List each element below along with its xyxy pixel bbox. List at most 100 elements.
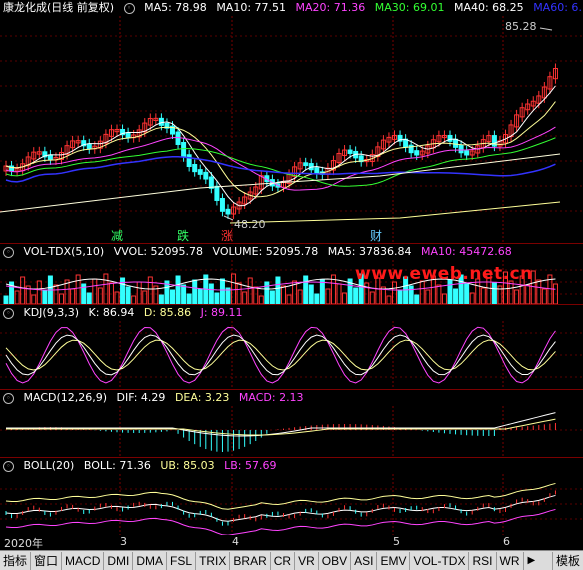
ma10-label: MA10: 77.51 xyxy=(216,1,287,14)
kdj-indicator-name: KDJ(9,3,3) xyxy=(23,306,80,319)
volume-bar xyxy=(181,284,187,304)
volume-bar xyxy=(75,274,81,304)
candlestick xyxy=(181,141,187,158)
volume-bar xyxy=(14,290,20,304)
event-marker-rise[interactable]: 涨 xyxy=(221,227,233,244)
axis-label-may: 5 xyxy=(393,535,400,548)
macd-chart[interactable] xyxy=(0,406,583,457)
ma250-line xyxy=(229,201,561,224)
volume-bar xyxy=(136,281,142,304)
price-panel: 康龙化成(日线 前复权) ◦ MA5: 78.98 MA10: 77.51 MA… xyxy=(0,0,583,244)
axis-label-april: 4 xyxy=(232,535,239,548)
volume-bar xyxy=(269,290,275,304)
ma30-label: MA30: 69.01 xyxy=(374,1,445,14)
tab-cr[interactable]: CR xyxy=(271,551,296,570)
scroll-right-arrow-icon[interactable]: ▶ xyxy=(524,555,540,566)
kdj-d-value: D: 85.86 xyxy=(143,306,192,319)
price-chart[interactable] xyxy=(0,16,583,242)
volume-bar xyxy=(86,292,92,304)
tab-macd[interactable]: MACD xyxy=(62,551,105,570)
volume-bar xyxy=(170,289,175,304)
tab-emv[interactable]: EMV xyxy=(377,551,411,570)
tab-wr[interactable]: WR xyxy=(497,551,524,570)
volume-bar xyxy=(303,275,309,304)
volume-bar xyxy=(253,286,259,304)
volume-bar xyxy=(147,276,153,304)
high-price-label: 85.28 xyxy=(505,20,537,33)
volume-bar xyxy=(103,273,109,304)
candlestick xyxy=(158,117,164,126)
event-marker-finance[interactable]: 财 xyxy=(370,227,382,244)
volume-bar xyxy=(158,294,164,304)
macd-circle-icon[interactable]: ◦ xyxy=(3,392,14,404)
volume-bar xyxy=(325,288,331,304)
boll-lb-value: LB: 57.69 xyxy=(224,459,277,472)
tab-template[interactable]: 模板 xyxy=(551,551,583,570)
volume-bar xyxy=(214,292,220,304)
candlestick xyxy=(86,143,92,150)
candlestick xyxy=(219,197,225,212)
tab-dma[interactable]: DMA xyxy=(133,551,168,570)
date-axis: 2020年 3 4 5 6 xyxy=(0,535,583,550)
axis-label-june: 6 xyxy=(503,535,510,548)
volume-bar xyxy=(286,294,292,304)
candlestick xyxy=(47,154,53,161)
event-marker-fall[interactable]: 跌 xyxy=(177,227,189,244)
boll-indicator-name: BOLL(20) xyxy=(23,459,75,472)
volume-bar xyxy=(70,288,76,304)
boll-ub-value: UB: 85.03 xyxy=(160,459,215,472)
tab-dmi[interactable]: DMI xyxy=(104,551,134,570)
volume-bar xyxy=(541,288,547,304)
volume-bar xyxy=(175,275,181,304)
watermark-text: www.eweb.net.cn xyxy=(355,264,533,284)
volume-bar xyxy=(142,290,148,304)
volume-bar xyxy=(92,278,98,304)
tab-window[interactable]: 窗口 xyxy=(31,551,63,570)
volume-bar xyxy=(308,284,314,304)
kdj-chart[interactable] xyxy=(0,321,583,389)
volume-bar xyxy=(297,289,303,304)
volume-bar xyxy=(419,280,425,304)
ma5-label: MA5: 78.98 xyxy=(144,1,207,14)
volume-bar xyxy=(386,295,392,304)
tab-rsi[interactable]: RSI xyxy=(469,551,497,570)
volume-ma10-value: MA10: 45472.68 xyxy=(421,245,512,258)
candlestick xyxy=(203,171,209,180)
candlestick xyxy=(214,185,220,201)
volume-circle-icon[interactable]: ◦ xyxy=(3,246,14,258)
tab-fsl[interactable]: FSL xyxy=(167,551,197,570)
stock-title: 康龙化成(日线 前复权) xyxy=(3,1,115,14)
volume-bar xyxy=(536,279,542,304)
volume-bar xyxy=(264,281,270,304)
candlestick xyxy=(458,144,464,154)
ma40-label: MA40: 68.25 xyxy=(453,1,524,14)
kdj-panel: ◦ KDJ(9,3,3) K: 86.94 D: 85.86 J: 89.11 xyxy=(0,305,583,390)
volume-bar xyxy=(342,292,348,304)
tab-brar[interactable]: BRAR xyxy=(230,551,271,570)
candlestick xyxy=(225,208,231,215)
tab-indicator[interactable]: 指标 xyxy=(0,551,32,570)
kdj-circle-icon[interactable]: ◦ xyxy=(3,307,14,319)
candlestick xyxy=(447,134,453,142)
tab-trix[interactable]: TRIX xyxy=(196,551,231,570)
volume-bar xyxy=(186,293,192,304)
settings-circle-icon[interactable]: ◦ xyxy=(123,2,135,14)
tab-obv[interactable]: OBV xyxy=(319,551,352,570)
event-marker-reduce[interactable]: 减 xyxy=(111,227,123,244)
volume-bar xyxy=(59,293,64,304)
kdj-j-value: J: 89.11 xyxy=(200,306,243,319)
indicator-tab-bar: 指标 窗口 MACD DMI DMA FSL TRIX BRAR CR VR O… xyxy=(0,550,583,570)
volume-bar xyxy=(408,285,414,304)
candlestick xyxy=(197,169,203,175)
volume-bar xyxy=(258,295,264,304)
macd-panel: ◦ MACD(12,26,9) DIF: 4.29 DEA: 3.23 MACD… xyxy=(0,390,583,458)
tab-asi[interactable]: ASI xyxy=(351,551,378,570)
macd-dif-value: DIF: 4.29 xyxy=(116,391,166,404)
boll-circle-icon[interactable]: ◦ xyxy=(3,460,14,472)
boll-chart[interactable] xyxy=(0,474,583,535)
tab-vr[interactable]: VR xyxy=(295,551,319,570)
macd-header: ◦ MACD(12,26,9) DIF: 4.29 DEA: 3.23 MACD… xyxy=(0,390,310,406)
tab-vol-tdx[interactable]: VOL-TDX xyxy=(410,551,470,570)
volume-bar xyxy=(120,277,126,304)
kdj-k-value: K: 86.94 xyxy=(88,306,135,319)
